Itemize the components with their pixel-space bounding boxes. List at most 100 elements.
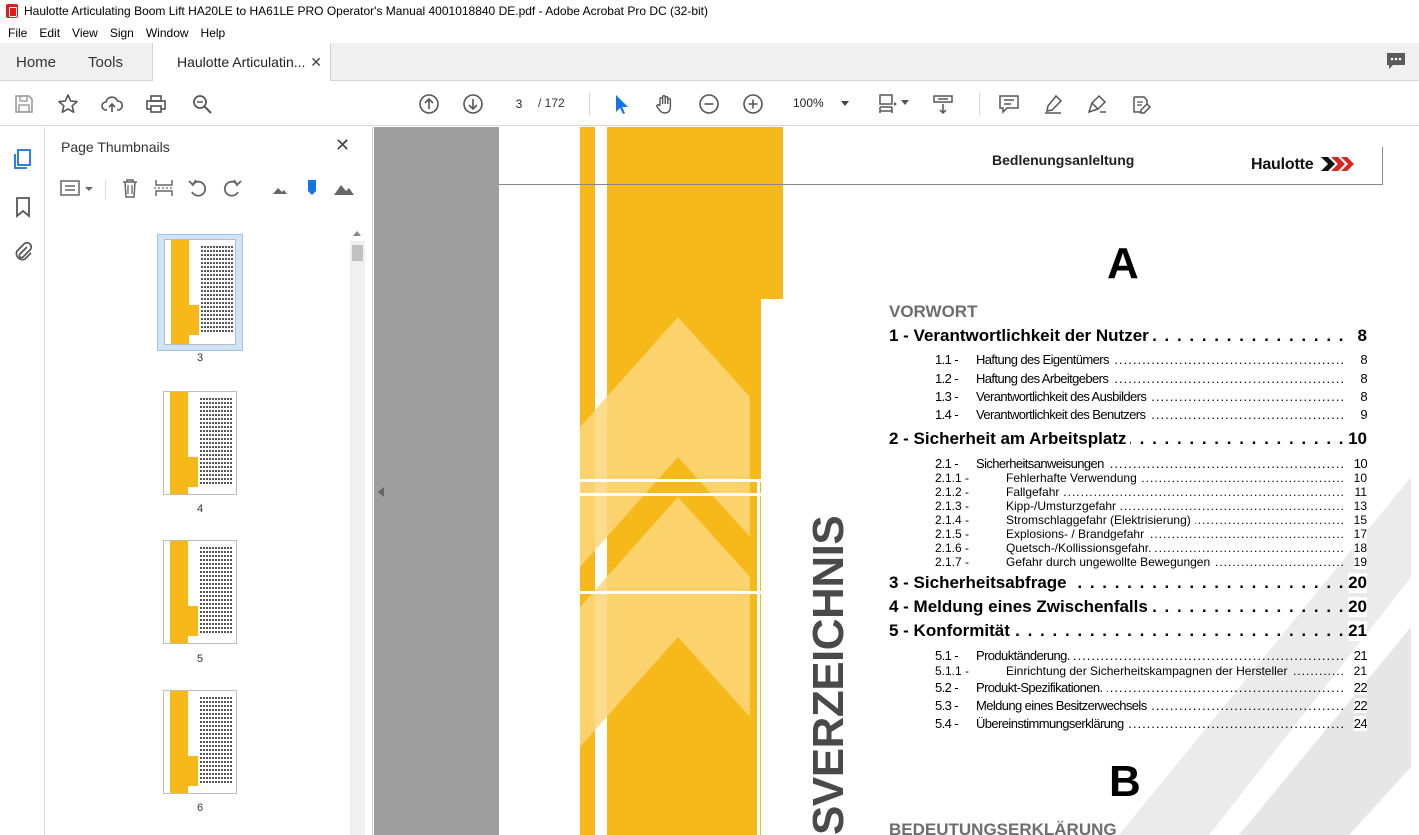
fit-page-icon[interactable] bbox=[876, 92, 900, 116]
toc-entry[interactable]: 1.3 - Verantwortlichkeit des Ausbilders..… bbox=[935, 389, 1367, 406]
toc-entry-number: 2.1.3 - bbox=[935, 499, 970, 513]
menu-file[interactable]: File bbox=[2, 26, 33, 40]
select-cursor-icon[interactable] bbox=[609, 92, 633, 116]
edit-document-icon[interactable] bbox=[1129, 92, 1153, 116]
toc-dot-leader: ........................................… bbox=[1128, 716, 1345, 731]
zoom-search-icon[interactable] bbox=[190, 92, 214, 116]
acrobat-pdf-icon bbox=[6, 4, 18, 18]
save-icon[interactable] bbox=[12, 92, 36, 116]
tab-tools[interactable]: Tools bbox=[88, 43, 123, 81]
page-thumbnails-icon[interactable] bbox=[11, 147, 35, 171]
large-thumbnails-icon[interactable] bbox=[333, 177, 355, 199]
toc-entry[interactable]: 4 - Meldung eines Zwischenfalls . . . . … bbox=[889, 597, 1367, 619]
menu-edit[interactable]: Edit bbox=[33, 26, 66, 40]
toc-entry[interactable]: 1.4 - Verantwortlichkeit des Benutzers...… bbox=[935, 407, 1367, 424]
toc-entry[interactable]: 2.1.2 - Fallgefahr.......................… bbox=[935, 485, 1367, 500]
toc-entry-title: Haftung des Arbeitgebers bbox=[976, 371, 1109, 386]
toc-entry-number: 5.2 - bbox=[935, 680, 959, 695]
toc-dot-leader: ........................................… bbox=[1120, 499, 1345, 513]
hand-tool-icon[interactable] bbox=[653, 92, 677, 116]
thumbnail-page-6[interactable] bbox=[163, 690, 237, 794]
toc-dot-leader: ........................................… bbox=[1063, 485, 1345, 499]
menu-sign[interactable]: Sign bbox=[104, 26, 140, 40]
tab-document[interactable]: Haulotte Articulatin... ✕ bbox=[152, 43, 331, 81]
toc-entry-number: 1.2 - bbox=[935, 371, 959, 386]
tab-home[interactable]: Home bbox=[16, 43, 56, 81]
comment-bubble-icon[interactable] bbox=[1385, 51, 1407, 71]
toc-entry[interactable]: 2.1.6 - Quetsch-/Kollissionsgefahr.......… bbox=[935, 541, 1367, 556]
close-tab-icon[interactable]: ✕ bbox=[310, 54, 322, 71]
rotate-counterclockwise-icon[interactable] bbox=[187, 177, 209, 199]
delete-trash-icon[interactable] bbox=[119, 177, 141, 199]
toc-entry-title: Einrichtung der Sicherheitskampagnen der… bbox=[1006, 664, 1288, 678]
thumbnail-page-3[interactable] bbox=[164, 239, 236, 345]
scrollbar-thumb[interactable] bbox=[352, 245, 363, 261]
toc-entry[interactable]: 1.2 - Haftung des Arbeitgebers...........… bbox=[935, 371, 1367, 388]
thumbnail-toolbar bbox=[45, 173, 373, 203]
previous-page-icon[interactable] bbox=[417, 92, 441, 116]
thumbnail-page-4[interactable] bbox=[163, 391, 237, 495]
divider bbox=[767, 479, 770, 835]
toc-entry[interactable]: 2.1.3 - Kipp-/Umsturzgefahr..............… bbox=[935, 499, 1367, 514]
toolbar-separator bbox=[589, 92, 590, 116]
toc-entry[interactable]: 2.1.5 - Explosions- / Brandgefahr........… bbox=[935, 527, 1367, 542]
menu-view[interactable]: View bbox=[66, 26, 104, 40]
toc-entry[interactable]: 3 - Sicherheitsabfrage . . . . . . . . .… bbox=[889, 573, 1367, 595]
toc-entry[interactable]: 5.3 - Meldung eines Besitzerwechsels.....… bbox=[935, 698, 1367, 715]
thumbnail-options-icon[interactable] bbox=[59, 177, 95, 199]
section-letter-a: A bbox=[1107, 239, 1139, 288]
toc-entry[interactable]: 2.1.7 - Gefahr durch ungewollte Bewegunge… bbox=[935, 555, 1367, 570]
upload-cloud-icon[interactable] bbox=[100, 92, 124, 116]
comment-icon[interactable] bbox=[997, 92, 1021, 116]
print-icon[interactable] bbox=[144, 92, 168, 116]
thumbnail-scrollbar[interactable] bbox=[350, 231, 365, 835]
toc-entry-number: 5.1 - bbox=[935, 648, 959, 663]
toc-entry-title: 1 - Verantwortlichkeit der Nutzer bbox=[889, 326, 1149, 345]
toc-entry-title: 3 - Sicherheitsabfrage bbox=[889, 573, 1067, 592]
toc-entry[interactable]: 2.1.1 - Fehlerhafte Verwendung...........… bbox=[935, 471, 1367, 486]
close-panel-icon[interactable]: ✕ bbox=[335, 135, 350, 156]
toc-entry[interactable]: 1 - Verantwortlichkeit der Nutzer . . . … bbox=[889, 326, 1367, 348]
toc-entry[interactable]: 2.1.4 - Stromschlaggefahr (Elektrisierung… bbox=[935, 513, 1367, 528]
toc-entry-number: 1.4 - bbox=[935, 407, 959, 422]
rotate-clockwise-icon[interactable] bbox=[221, 177, 243, 199]
collapse-panel-arrow-icon[interactable] bbox=[378, 487, 384, 497]
toc-entry[interactable]: 5.1.1 - Einrichtung der Sicherheitskampag… bbox=[935, 664, 1367, 679]
zoom-level-dropdown[interactable]: 100% bbox=[787, 91, 855, 115]
bookmark-icon[interactable] bbox=[11, 195, 35, 219]
thumbnail-page-5[interactable] bbox=[163, 540, 237, 644]
star-bookmark-icon[interactable] bbox=[56, 92, 80, 116]
toc-entry-page: 10 bbox=[1348, 429, 1367, 449]
toc-entry[interactable]: 5 - Konformität . . . . . . . . . . . . … bbox=[889, 621, 1367, 643]
sign-pen-icon[interactable] bbox=[1085, 92, 1109, 116]
section-heading: VORWORT bbox=[889, 302, 978, 321]
document-viewport[interactable]: SVERZEICHNIS Bedlenungsanleltung Haulott… bbox=[374, 127, 1419, 835]
page-number-input[interactable]: 3 bbox=[503, 91, 535, 115]
toc-entry-number: 2.1.5 - bbox=[935, 527, 970, 541]
toc-entry[interactable]: 5.4 - Übereinstimmungserklärung..........… bbox=[935, 716, 1367, 733]
toc-entry[interactable]: 1.1 - Haftung des Eigentümers............… bbox=[935, 352, 1367, 369]
menu-window[interactable]: Window bbox=[140, 26, 195, 40]
zoom-out-icon[interactable] bbox=[697, 92, 721, 116]
document-scrollbar[interactable] bbox=[1411, 127, 1419, 835]
menu-help[interactable]: Help bbox=[195, 26, 232, 40]
thumbnail-size-slider-icon[interactable] bbox=[301, 177, 323, 199]
insert-pages-icon[interactable] bbox=[153, 177, 175, 199]
next-page-icon[interactable] bbox=[461, 92, 485, 116]
toc-entry[interactable]: 5.1 - Produktänderung....................… bbox=[935, 648, 1367, 665]
divider bbox=[580, 493, 783, 496]
toc-entry[interactable]: 5.2 - Produkt-Spezifikationen............… bbox=[935, 680, 1367, 697]
small-thumbnails-icon[interactable] bbox=[269, 177, 291, 199]
toc-entry-page: 8 bbox=[1357, 326, 1367, 346]
scroll-mode-icon[interactable] bbox=[931, 92, 955, 116]
toc-entry-number: 5.4 - bbox=[935, 716, 959, 731]
zoom-in-icon[interactable] bbox=[741, 92, 765, 116]
chevron-decoration bbox=[580, 317, 750, 747]
attachment-paperclip-icon[interactable] bbox=[11, 240, 35, 264]
fit-page-chevron-icon[interactable] bbox=[901, 100, 909, 105]
toc-entry-number: 2.1.2 - bbox=[935, 485, 970, 499]
scroll-up-icon[interactable] bbox=[353, 231, 361, 236]
highlight-pen-icon[interactable] bbox=[1041, 92, 1065, 116]
divider bbox=[757, 479, 760, 835]
toc-entry[interactable]: 2 - Sicherheit am Arbeitsplatz . . . . .… bbox=[889, 429, 1367, 451]
